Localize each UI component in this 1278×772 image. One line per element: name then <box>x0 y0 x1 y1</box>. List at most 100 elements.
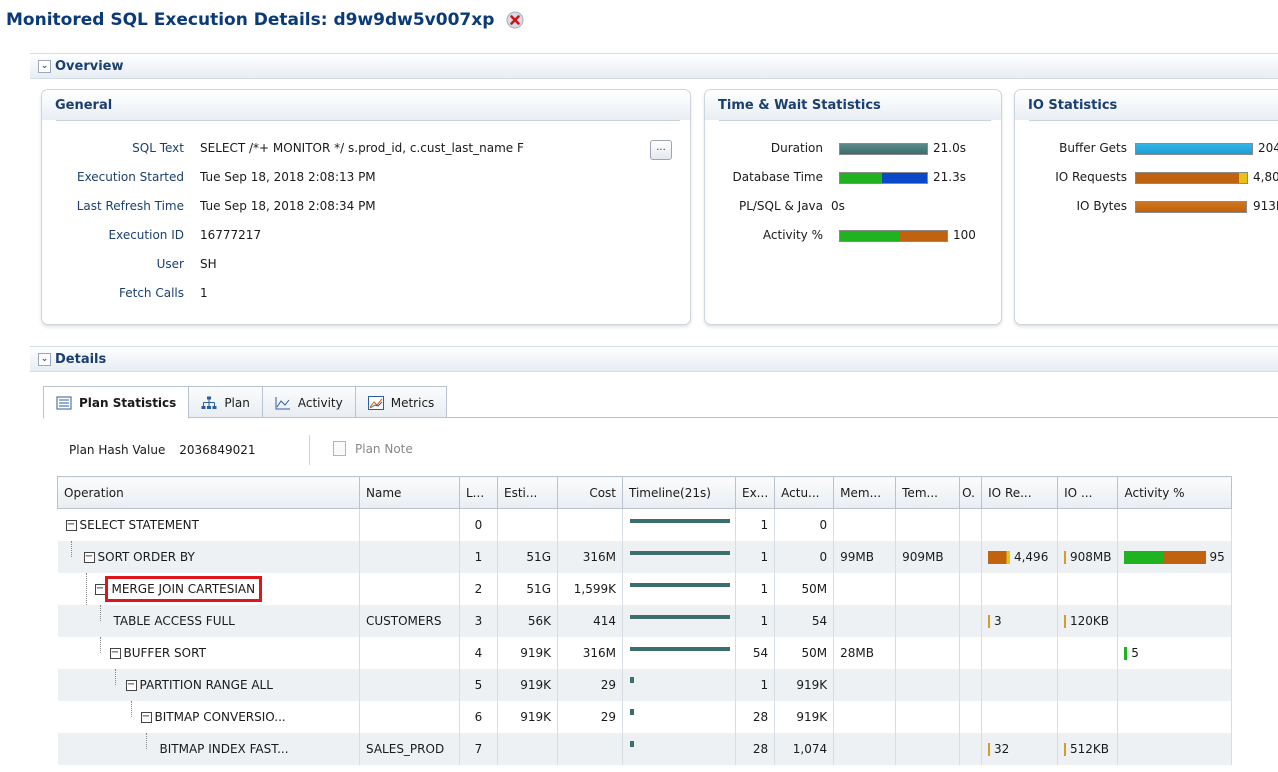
tab-plan[interactable]: Plan <box>188 386 263 418</box>
activity-bar <box>839 230 948 242</box>
activity-label: Activity % <box>762 228 823 242</box>
io-statistics-panel-title: IO Statistics <box>1015 90 1278 120</box>
estimated-rows-cell: 56K <box>497 605 558 637</box>
table-row[interactable]: − MERGE JOIN CARTESIAN 2 51G 1,599K 1 50M <box>57 573 1232 605</box>
column-header[interactable]: L... <box>459 476 498 509</box>
metrics-chart-icon <box>367 395 384 410</box>
activity-cell <box>1117 573 1232 605</box>
divider <box>719 120 991 121</box>
collapse-icon[interactable]: ⌄ <box>38 352 51 366</box>
o-cell <box>959 573 983 605</box>
operation-label: PARTITION RANGE ALL <box>139 678 273 692</box>
column-header[interactable]: Tem... <box>895 476 961 509</box>
column-header[interactable]: Name <box>359 476 460 509</box>
details-section-header[interactable]: ⌄ Details <box>30 346 1278 372</box>
tab-activity[interactable]: Activity <box>261 386 356 418</box>
column-header[interactable]: Cost <box>557 476 623 509</box>
estimated-rows-cell: 51G <box>497 573 558 605</box>
operation-label: TABLE ACCESS FULL <box>113 614 235 628</box>
table-row[interactable]: − BUFFER SORT 4 919K 316M 54 50M 28MB 5 <box>57 637 1232 669</box>
divider <box>1029 120 1278 121</box>
table-row[interactable]: − SELECT STATEMENT 0 1 0 <box>57 508 1232 541</box>
operation-label: BUFFER SORT <box>123 646 206 660</box>
o-cell <box>959 541 983 573</box>
timeline-cell <box>622 605 736 637</box>
io-bytes-bar <box>1064 743 1067 756</box>
sql-text-more-button[interactable]: ... <box>650 140 672 160</box>
details-tabs: Plan Statistics Plan Activity Metrics <box>43 386 448 419</box>
name-cell <box>359 669 460 701</box>
operation-cell: − BUFFER SORT <box>57 637 360 669</box>
execution-id-value: 16777217 <box>200 228 262 242</box>
general-panel: General SQL Text SELECT /*+ MONITOR */ s… <box>41 89 691 325</box>
memory-cell: 28MB <box>833 637 897 669</box>
activity-bar <box>1124 647 1128 660</box>
table-row[interactable]: − SORT ORDER BY 1 51G 316M 1 0 99MB 909MB… <box>57 541 1232 573</box>
timeline-bar <box>630 551 730 555</box>
estimated-rows-cell: 919K <box>497 637 558 669</box>
io-requests-cell: 32 <box>981 733 1059 765</box>
cost-cell <box>557 508 623 541</box>
fetch-calls-label: Fetch Calls <box>118 286 184 300</box>
column-header[interactable]: Mem... <box>833 476 897 509</box>
table-row[interactable]: − PARTITION RANGE ALL 5 919K 29 1 919K <box>57 669 1232 701</box>
io-bytes-cell: 512KB <box>1057 733 1119 765</box>
table-row[interactable]: − BITMAP CONVERSIO... 6 919K 29 28 919K <box>57 701 1232 733</box>
io-requests-bar <box>988 551 1011 564</box>
table-row[interactable]: TABLE ACCESS FULL CUSTOMERS 3 56K 414 1 … <box>57 605 1232 637</box>
database-time-value: 21.3s <box>933 170 966 184</box>
column-header[interactable]: Timeline(21s) <box>622 476 736 509</box>
cost-cell: 414 <box>557 605 623 637</box>
cost-cell: 29 <box>557 701 623 733</box>
collapse-tree-icon[interactable]: − <box>83 551 95 563</box>
tab-metrics[interactable]: Metrics <box>354 386 448 418</box>
column-header[interactable]: O. <box>959 476 983 509</box>
timeline-bar <box>630 677 634 683</box>
operation-cell: − BITMAP CONVERSIO... <box>57 701 360 733</box>
executions-cell: 28 <box>735 733 776 765</box>
close-icon[interactable] <box>506 11 524 29</box>
overview-section-header[interactable]: ⌄ Overview <box>30 53 1278 79</box>
estimated-rows-cell: 919K <box>497 669 558 701</box>
column-header[interactable]: IO ... <box>1057 476 1119 509</box>
io-requests-value: 32 <box>993 742 1010 756</box>
activity-cell <box>1117 733 1232 765</box>
memory-cell <box>833 701 897 733</box>
tab-plan-statistics[interactable]: Plan Statistics <box>43 386 190 419</box>
execution-started-label: Execution Started <box>76 170 184 184</box>
collapse-tree-icon[interactable]: − <box>65 519 77 531</box>
io-bytes-bar <box>1064 551 1067 564</box>
collapse-tree-icon[interactable]: − <box>140 711 152 723</box>
column-header[interactable]: Esti... <box>497 476 558 509</box>
collapse-tree-icon[interactable]: − <box>125 679 137 691</box>
temp-cell <box>895 508 961 541</box>
table-row[interactable]: BITMAP INDEX FAST... SALES_PROD 7 28 1,0… <box>57 733 1232 765</box>
plsql-java-value: 0s <box>831 199 845 213</box>
actual-rows-cell: 1,074 <box>774 733 835 765</box>
column-header[interactable]: Operation <box>57 476 360 509</box>
io-bytes-value: 913M <box>1253 199 1278 213</box>
column-header[interactable]: IO Re... <box>981 476 1059 509</box>
last-refresh-label: Last Refresh Time <box>76 199 184 213</box>
activity-cell: 5 <box>1117 637 1232 669</box>
collapse-icon[interactable]: ⌄ <box>38 59 51 73</box>
column-header[interactable]: Actu... <box>774 476 835 509</box>
plan-note-button[interactable]: Plan Note <box>333 441 413 456</box>
timeline-bar <box>630 519 730 523</box>
plsql-java-label: PL/SQL & Java <box>738 199 823 213</box>
executions-cell: 54 <box>735 637 776 669</box>
actual-rows-cell: 54 <box>774 605 835 637</box>
actual-rows-cell: 50M <box>774 573 835 605</box>
plan-note-label: Plan Note <box>355 441 413 456</box>
actual-rows-cell: 0 <box>774 541 835 573</box>
collapse-tree-icon[interactable]: − <box>109 647 121 659</box>
activity-value: 5 <box>1131 646 1139 660</box>
column-header[interactable]: Ex... <box>734 476 776 509</box>
actual-rows-cell: 919K <box>774 701 835 733</box>
column-header[interactable]: Activity % <box>1117 476 1232 509</box>
executions-cell: 1 <box>735 508 776 541</box>
tab-label: Activity <box>297 395 343 410</box>
divider <box>43 417 1278 418</box>
activity-cell <box>1117 701 1232 733</box>
io-bytes-cell <box>1057 701 1119 733</box>
